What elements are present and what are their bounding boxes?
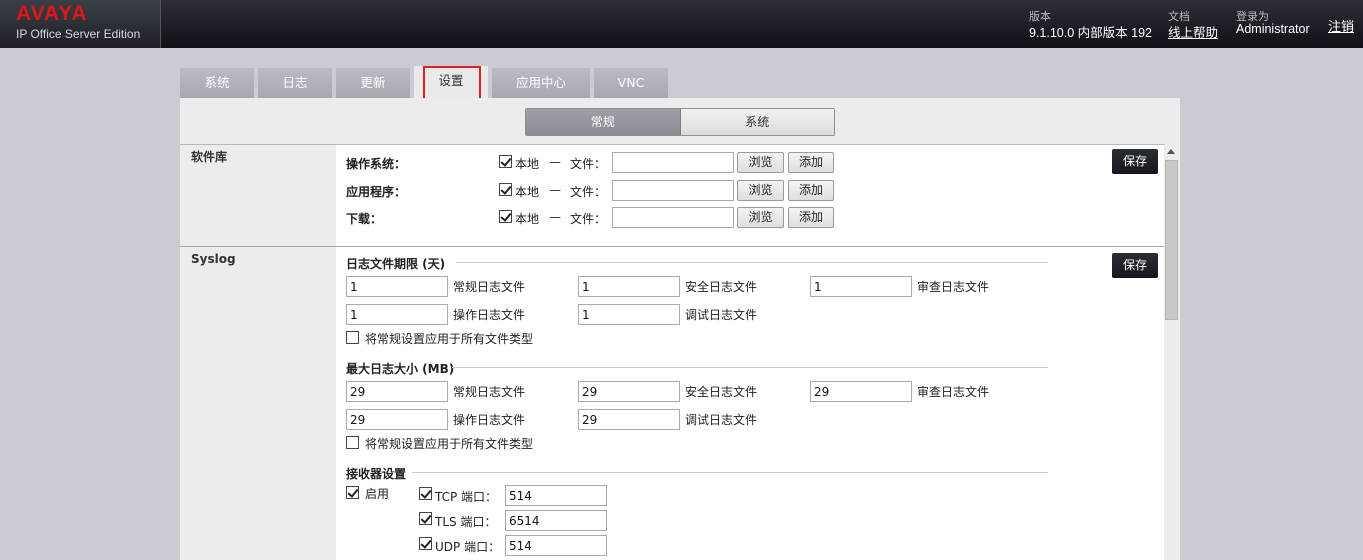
tls-port-label: TLS 端口： bbox=[435, 515, 497, 529]
os-label: 操作系统： bbox=[346, 157, 407, 171]
retention-title: 日志文件期限 (天) bbox=[346, 257, 446, 271]
os-file-input[interactable] bbox=[612, 152, 734, 173]
retention-operation-input[interactable] bbox=[346, 304, 448, 325]
save-syslog-button[interactable]: 保存 bbox=[1112, 253, 1158, 278]
retention-general-input[interactable] bbox=[346, 276, 448, 297]
os-dash: — bbox=[549, 155, 561, 169]
docs-caption: 文档 bbox=[1168, 11, 1190, 23]
app-browse-button[interactable]: 浏览 bbox=[737, 180, 784, 201]
os-add-button[interactable]: 添加 bbox=[788, 152, 834, 173]
retention-rule bbox=[456, 262, 1048, 263]
tab-logs[interactable]: 日志 bbox=[258, 68, 332, 98]
tab-updates[interactable]: 更新 bbox=[336, 68, 410, 98]
retention-apply-all-label: 将常规设置应用于所有文件类型 bbox=[365, 332, 534, 346]
maxsize-rule bbox=[452, 367, 1048, 368]
download-browse-button[interactable]: 浏览 bbox=[737, 207, 784, 228]
maxsize-operation-label: 操作日志文件 bbox=[453, 413, 526, 427]
scroll-up-icon[interactable] bbox=[1167, 149, 1175, 154]
maxsize-general-input[interactable] bbox=[346, 381, 448, 402]
maxsize-apply-all-label: 将常规设置应用于所有文件类型 bbox=[365, 437, 534, 451]
retention-audit-input[interactable] bbox=[810, 276, 912, 297]
login-user: Administrator bbox=[1236, 22, 1310, 36]
subtab-switch: 常规 系统 bbox=[525, 108, 835, 136]
tab-system[interactable]: 系统 bbox=[180, 68, 254, 98]
retention-debug-label: 调试日志文件 bbox=[685, 308, 758, 322]
tcp-port-label: TCP 端口： bbox=[435, 490, 498, 504]
online-help-link[interactable]: 线上帮助 bbox=[1168, 22, 1218, 41]
maxsize-audit-label: 审查日志文件 bbox=[917, 385, 990, 399]
app-label: 应用程序： bbox=[346, 185, 407, 199]
receiver-enable-label: 启用 bbox=[365, 487, 390, 501]
tcp-port-input[interactable] bbox=[505, 485, 607, 506]
app-add-button[interactable]: 添加 bbox=[788, 180, 834, 201]
version-caption: 版本 bbox=[1029, 11, 1051, 23]
retention-security-input[interactable] bbox=[578, 276, 680, 297]
product-edition: IP Office Server Edition bbox=[16, 27, 141, 41]
download-local-label: 本地 bbox=[515, 212, 540, 226]
app-local-label: 本地 bbox=[515, 185, 540, 199]
brand-area: AVAYA IP Office Server Edition bbox=[0, 0, 161, 48]
login-info: 登录为 Administrator bbox=[1236, 8, 1310, 36]
app-local-checkbox[interactable] bbox=[499, 183, 512, 196]
tab-app-center[interactable]: 应用中心 bbox=[492, 68, 590, 98]
retention-audit-label: 审查日志文件 bbox=[917, 280, 990, 294]
scroll-thumb[interactable] bbox=[1165, 160, 1178, 320]
maxsize-title: 最大日志大小 (MB) bbox=[346, 362, 455, 376]
receiver-enable-checkbox[interactable] bbox=[346, 486, 359, 499]
os-local-label: 本地 bbox=[515, 157, 540, 171]
maxsize-security-label: 安全日志文件 bbox=[685, 385, 758, 399]
tls-port-input[interactable] bbox=[505, 510, 607, 531]
udp-port-input[interactable] bbox=[505, 535, 607, 556]
maxsize-audit-input[interactable] bbox=[810, 381, 912, 402]
retention-apply-all-checkbox[interactable] bbox=[346, 331, 359, 344]
syslog-title: Syslog bbox=[191, 252, 236, 266]
tab-vnc[interactable]: VNC bbox=[594, 68, 668, 98]
maxsize-apply-all-checkbox[interactable] bbox=[346, 436, 359, 449]
app-file-input[interactable] bbox=[612, 180, 734, 201]
subtab-general[interactable]: 常规 bbox=[526, 109, 681, 135]
app-dash: — bbox=[549, 183, 561, 197]
tls-checkbox[interactable] bbox=[419, 512, 432, 525]
download-file-label: 文件： bbox=[570, 212, 607, 226]
settings-panel: 常规 系统 软件库 操作系统： 本地 — 文件： 浏览 添加 应用程序： 本地 … bbox=[180, 98, 1180, 560]
login-caption: 登录为 bbox=[1236, 11, 1269, 23]
maxsize-debug-input[interactable] bbox=[578, 409, 680, 430]
download-file-input[interactable] bbox=[612, 207, 734, 228]
docs-info: 文档 线上帮助 bbox=[1168, 8, 1218, 41]
maxsize-operation-input[interactable] bbox=[346, 409, 448, 430]
logout-link[interactable]: 注销 bbox=[1328, 16, 1354, 35]
save-software-repo-button[interactable]: 保存 bbox=[1112, 149, 1158, 174]
retention-operation-label: 操作日志文件 bbox=[453, 308, 526, 322]
subtab-system[interactable]: 系统 bbox=[680, 109, 834, 135]
vertical-scrollbar[interactable] bbox=[1164, 146, 1179, 560]
maxsize-general-label: 常规日志文件 bbox=[453, 385, 526, 399]
top-header: AVAYA IP Office Server Edition 版本 9.1.10… bbox=[0, 0, 1363, 48]
retention-debug-input[interactable] bbox=[578, 304, 680, 325]
maxsize-security-input[interactable] bbox=[578, 381, 680, 402]
receiver-title: 接收器设置 bbox=[346, 467, 407, 481]
download-label: 下载： bbox=[346, 212, 383, 226]
app-file-label: 文件： bbox=[570, 185, 607, 199]
download-local-checkbox[interactable] bbox=[499, 210, 512, 223]
udp-checkbox[interactable] bbox=[419, 537, 432, 550]
os-file-label: 文件： bbox=[570, 157, 607, 171]
os-browse-button[interactable]: 浏览 bbox=[737, 152, 784, 173]
maxsize-debug-label: 调试日志文件 bbox=[685, 413, 758, 427]
receiver-rule bbox=[412, 472, 1048, 473]
tcp-checkbox[interactable] bbox=[419, 487, 432, 500]
tab-settings[interactable]: 设置 bbox=[414, 66, 488, 98]
software-repo-title: 软件库 bbox=[191, 150, 228, 164]
download-dash: — bbox=[549, 210, 561, 224]
version-info: 版本 9.1.10.0 内部版本 192 bbox=[1029, 8, 1152, 41]
download-add-button[interactable]: 添加 bbox=[788, 207, 834, 228]
os-local-checkbox[interactable] bbox=[499, 155, 512, 168]
retention-general-label: 常规日志文件 bbox=[453, 280, 526, 294]
version-value: 9.1.10.0 内部版本 192 bbox=[1029, 26, 1152, 40]
avaya-logo: AVAYA bbox=[16, 2, 88, 25]
retention-security-label: 安全日志文件 bbox=[685, 280, 758, 294]
udp-port-label: UDP 端口： bbox=[435, 540, 501, 554]
